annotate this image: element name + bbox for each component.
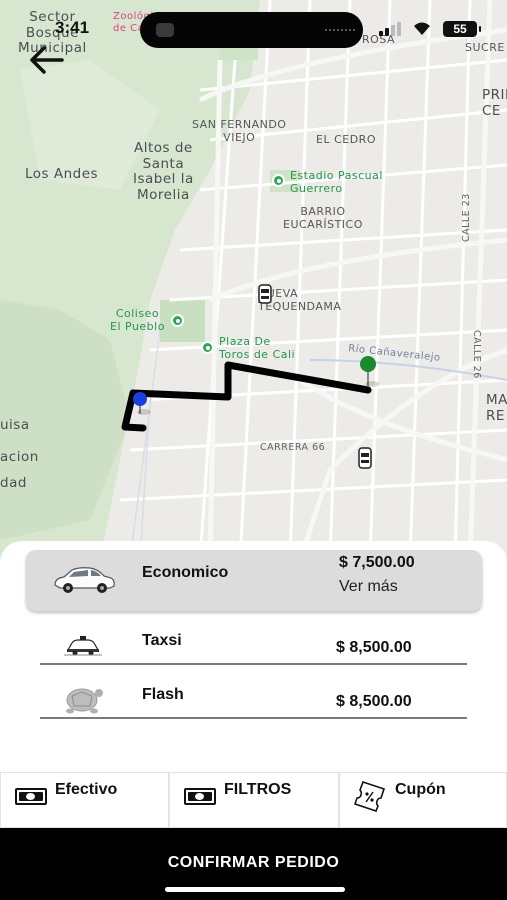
poi-plaza-icon	[201, 341, 214, 354]
waveform-icon	[325, 29, 355, 31]
service-name: Taxsi	[142, 632, 182, 649]
tab-efectivo[interactable]: Efectivo	[0, 772, 169, 828]
map-label-mar: MARRE	[486, 392, 507, 424]
map-label-el-cedro: EL CEDRO	[316, 133, 376, 146]
cash-icon	[184, 788, 216, 805]
service-option-flash[interactable]: Flash $ 8,500.00	[40, 680, 467, 716]
map-label-estadio: Estadio Pascual Guerrero	[290, 169, 383, 195]
poi-coliseo-icon	[171, 314, 184, 327]
speaker-icon	[156, 23, 174, 37]
cellular-signal-icon	[379, 22, 405, 36]
see-more-link[interactable]: Ver más	[339, 578, 398, 596]
cash-icon	[15, 788, 47, 805]
map-label-dad: dad	[0, 475, 27, 491]
map-streets	[0, 0, 507, 560]
map-taxi-icon	[358, 447, 372, 469]
tab-filtros[interactable]: FILTROS	[169, 772, 339, 828]
service-price: $ 8,500.00	[336, 693, 412, 710]
taxi-car-icon	[54, 567, 115, 593]
divider	[40, 717, 467, 719]
map-label-san-fernando: SAN FERNANDO VIEJO	[192, 118, 287, 144]
wifi-icon	[412, 20, 432, 41]
home-indicator	[165, 887, 345, 892]
map-label-barrio-eucaristico: BARRIO EUCARÍSTICO	[283, 205, 363, 231]
map-label-carrera-66: CARRERA 66	[260, 442, 326, 453]
map-label-plaza-toros: Plaza De Toros de Cali	[219, 335, 296, 361]
coupon-icon	[354, 780, 386, 812]
service-name: Flash	[142, 686, 184, 703]
divider	[40, 663, 467, 665]
turtle-icon	[66, 688, 103, 714]
service-option-economico[interactable]: Economico $ 7,500.00 Ver más	[26, 550, 482, 611]
service-name: Economico	[142, 564, 229, 581]
map-label-altos-santa-isabel: Altos de Santa Isabel la Morelia	[133, 140, 194, 203]
tab-label: Cupón	[395, 781, 446, 798]
battery-icon: 55	[443, 21, 481, 37]
map-view[interactable]: Sector Bosque Municipal Zoológico de Cali R…	[0, 0, 507, 560]
map-label-calle-26: CALLE 26	[471, 330, 482, 379]
service-price: $ 7,500.00	[339, 554, 415, 571]
origin-pin-icon	[133, 392, 151, 415]
service-price: $ 8,500.00	[336, 639, 412, 656]
status-time: 3:41	[55, 18, 90, 37]
map-label-coliseo: Coliseo El Pueblo	[110, 307, 165, 333]
back-arrow-icon[interactable]	[28, 44, 66, 76]
dynamic-island	[140, 12, 363, 48]
tab-label: FILTROS	[224, 781, 292, 798]
status-bar: 3:41 55	[0, 0, 507, 50]
tab-cupon[interactable]: Cupón	[339, 772, 507, 828]
map-label-uisa: uisa	[0, 417, 30, 433]
map-label-calle-23: CALLE 23	[461, 193, 472, 242]
map-taxi-icon	[258, 284, 272, 304]
poi-stadium-icon	[272, 174, 285, 187]
map-label-prim: PRIMCE	[482, 87, 507, 119]
tab-label: Efectivo	[55, 781, 118, 798]
service-option-taxsi[interactable]: Taxsi $ 8,500.00	[40, 626, 467, 662]
taxi-icon	[64, 636, 102, 656]
destination-pin-icon	[360, 356, 379, 387]
map-label-los-andes: Los Andes	[25, 166, 99, 182]
map-label-acion: acion	[0, 449, 39, 465]
